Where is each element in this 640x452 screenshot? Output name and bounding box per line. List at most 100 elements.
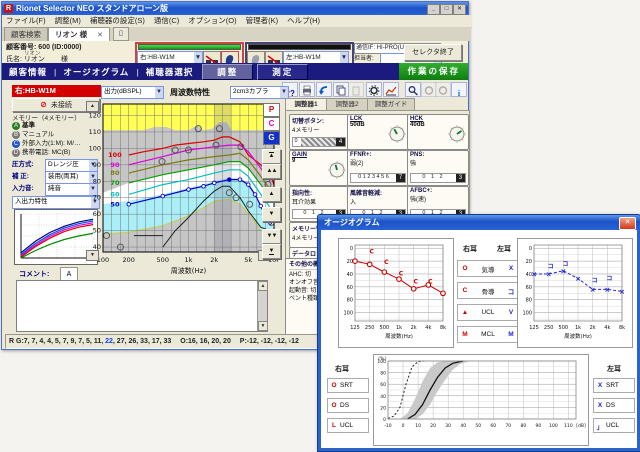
left-ear-audiogram-chart[interactable]: ×××××××ココココ0204060801001252505001k2k4k8k… bbox=[518, 239, 630, 345]
menu-item-file[interactable]: ファイル(F) bbox=[6, 15, 46, 27]
gain-big-down-button[interactable]: ▼▼ bbox=[262, 229, 281, 244]
svg-text:コ: コ bbox=[548, 263, 554, 270]
legend-row-ucl: ▲UCLV bbox=[457, 304, 519, 321]
svg-text:×: × bbox=[575, 275, 581, 283]
copy-icon[interactable] bbox=[333, 82, 349, 97]
freq-response-chart[interactable]: 1009080706050905012011010090807060504010… bbox=[86, 100, 278, 278]
device-group-left: ▼左:HB-W1M bbox=[245, 42, 354, 65]
comment-scrollbar[interactable]: ▲ ▼ bbox=[257, 281, 267, 331]
pns-cell[interactable]: PNS: 強 0 1 23 bbox=[407, 150, 469, 186]
nav-item-measure[interactable]: 測定 bbox=[257, 64, 308, 80]
svg-text:90: 90 bbox=[110, 161, 120, 169]
nav-item-audiogram[interactable]: オージオグラム bbox=[56, 66, 136, 78]
customer-number: 顧客番号: 600 (ID:0000) bbox=[6, 42, 82, 52]
ffnr-cell[interactable]: FFNR+: 弱(2) 0 1 2 3 4 5 67 bbox=[347, 150, 409, 186]
switch-button-cell[interactable]: 切替ボタン: 4メモリー 04 bbox=[289, 114, 349, 150]
print-icon[interactable] bbox=[299, 82, 315, 97]
svg-text:60: 60 bbox=[380, 382, 386, 388]
undo-icon[interactable] bbox=[316, 82, 332, 97]
svg-text:8k: 8k bbox=[619, 325, 625, 331]
comment-textarea[interactable]: ▲ ▼ bbox=[16, 280, 268, 332]
svg-text:60: 60 bbox=[347, 285, 353, 291]
menu-item-admin[interactable]: 管理者(K) bbox=[246, 15, 279, 27]
svg-text:コ: コ bbox=[592, 278, 598, 285]
title-bar[interactable]: R Rionet Selector NEO スタンドアローン版 _ □ ✕ bbox=[2, 2, 468, 15]
desktop: { "main_window": { "title": "Rionet Sele… bbox=[0, 0, 640, 451]
minimize-button[interactable]: _ bbox=[427, 4, 440, 15]
svg-text:5k: 5k bbox=[244, 256, 252, 264]
svg-text:1k: 1k bbox=[575, 325, 581, 331]
app-icon: R bbox=[4, 4, 13, 13]
nav-item-customer-info[interactable]: 顧客情報 bbox=[2, 66, 54, 78]
svg-text:200: 200 bbox=[123, 256, 135, 264]
menu-item-comm[interactable]: 通信(C) bbox=[154, 15, 179, 27]
speech-audiogram-chart[interactable]: 020406080100(%)-100102030405060708090100… bbox=[374, 355, 586, 443]
audiogram-title-bar[interactable]: オージオグラム ✕ bbox=[318, 215, 640, 230]
close-button[interactable]: ✕ bbox=[453, 4, 466, 15]
menu-item-ha-settings[interactable]: 補聴器の設定(S) bbox=[90, 15, 145, 27]
lck-knob[interactable] bbox=[388, 125, 406, 143]
svg-text:0: 0 bbox=[383, 417, 386, 423]
lck-cell[interactable]: LCK 50dB bbox=[347, 114, 409, 150]
legend-left-ear-head: 左耳 bbox=[497, 244, 511, 254]
tab-close-icon[interactable]: ✕ bbox=[97, 32, 103, 39]
svg-text:500: 500 bbox=[380, 325, 390, 331]
menu-item-adjust[interactable]: 調整(M) bbox=[55, 15, 81, 27]
settings-gear-icon[interactable] bbox=[366, 82, 382, 97]
audiogram-body: CCCCC0204060801001252505001k2k4k8k周波数(Hz… bbox=[321, 230, 637, 448]
gain-max-up-button[interactable]: ▲ bbox=[262, 149, 281, 164]
svg-text:80: 80 bbox=[526, 298, 532, 304]
svg-text:60: 60 bbox=[110, 190, 120, 198]
maximize-button[interactable]: □ bbox=[440, 4, 453, 15]
gain-down-button[interactable]: ▼ bbox=[262, 207, 281, 222]
svg-text:125: 125 bbox=[350, 325, 360, 331]
g-curve-button[interactable]: G bbox=[263, 131, 280, 145]
popup-close-button[interactable]: ✕ bbox=[619, 217, 636, 230]
coupler-select[interactable]: 2cm3カプラ▼ bbox=[230, 86, 289, 99]
scale-down-button[interactable]: ▼ bbox=[86, 250, 99, 261]
hck-knob[interactable] bbox=[448, 125, 466, 143]
scroll-down-icon[interactable]: ▼ bbox=[258, 321, 268, 331]
output-unit-select[interactable]: 出力(dBSPL)▼ bbox=[101, 86, 164, 99]
gain-up-button[interactable]: ▲ bbox=[262, 187, 281, 202]
svg-text:×: × bbox=[604, 286, 610, 294]
gain-knob[interactable] bbox=[328, 161, 346, 179]
battery-indicator-right bbox=[138, 44, 241, 50]
nav-item-ha-selection[interactable]: 補聴器選択 bbox=[139, 66, 201, 78]
nav-item-adjust[interactable]: 調整 bbox=[202, 64, 253, 80]
window-title: Rionet Selector NEO スタンドアローン版 bbox=[16, 2, 168, 15]
info-icon[interactable]: i bbox=[451, 82, 467, 97]
svg-text:100: 100 bbox=[549, 423, 558, 429]
svg-text:110: 110 bbox=[89, 128, 101, 136]
selector-exit-button[interactable]: セレクタ終了 bbox=[404, 44, 462, 61]
hck-cell[interactable]: HCK 40dB bbox=[407, 114, 469, 150]
svg-text:C: C bbox=[369, 249, 374, 256]
svg-text:70: 70 bbox=[505, 423, 511, 429]
svg-text:70: 70 bbox=[93, 194, 101, 202]
tab-customer-search[interactable]: 顧客検索 bbox=[4, 27, 48, 41]
menu-item-options[interactable]: オプション(O) bbox=[188, 15, 236, 27]
speech-left-head: 左耳 bbox=[607, 364, 621, 374]
p-curve-button[interactable]: P bbox=[263, 103, 280, 117]
menu-item-help[interactable]: ヘルプ(H) bbox=[287, 15, 320, 27]
comment-label: コメント: bbox=[19, 269, 49, 279]
fitting-chart-icon[interactable] bbox=[383, 82, 399, 97]
audiogram-window: オージオグラム ✕ CCCCC0204060801001252505001k2k… bbox=[317, 214, 640, 452]
new-tab-button[interactable]: ▯ bbox=[113, 27, 129, 41]
gain-min-down-button[interactable]: ▼ bbox=[262, 244, 281, 259]
svg-text:×: × bbox=[546, 270, 552, 278]
gain-cell[interactable]: GAIN 9 bbox=[289, 150, 349, 186]
sync-icon-2[interactable] bbox=[435, 82, 451, 97]
svg-text:0: 0 bbox=[529, 246, 532, 252]
svg-text:30: 30 bbox=[445, 423, 451, 429]
comment-tab[interactable]: A bbox=[60, 267, 78, 281]
search-icon[interactable] bbox=[405, 82, 421, 97]
paste-icon[interactable] bbox=[348, 82, 364, 97]
svg-text:100: 100 bbox=[522, 311, 532, 317]
gain-big-up-button[interactable]: ▲▲ bbox=[262, 164, 281, 179]
c-curve-button[interactable]: C bbox=[263, 117, 280, 131]
tab-customer[interactable]: リオン 様✕ bbox=[48, 27, 110, 41]
scroll-up-icon[interactable]: ▲ bbox=[258, 281, 268, 291]
right-ear-audiogram-chart[interactable]: CCCCC0204060801001252505001k2k4k8k周波数(Hz… bbox=[339, 239, 451, 345]
save-work-button[interactable]: 作業の保存 bbox=[399, 63, 468, 80]
